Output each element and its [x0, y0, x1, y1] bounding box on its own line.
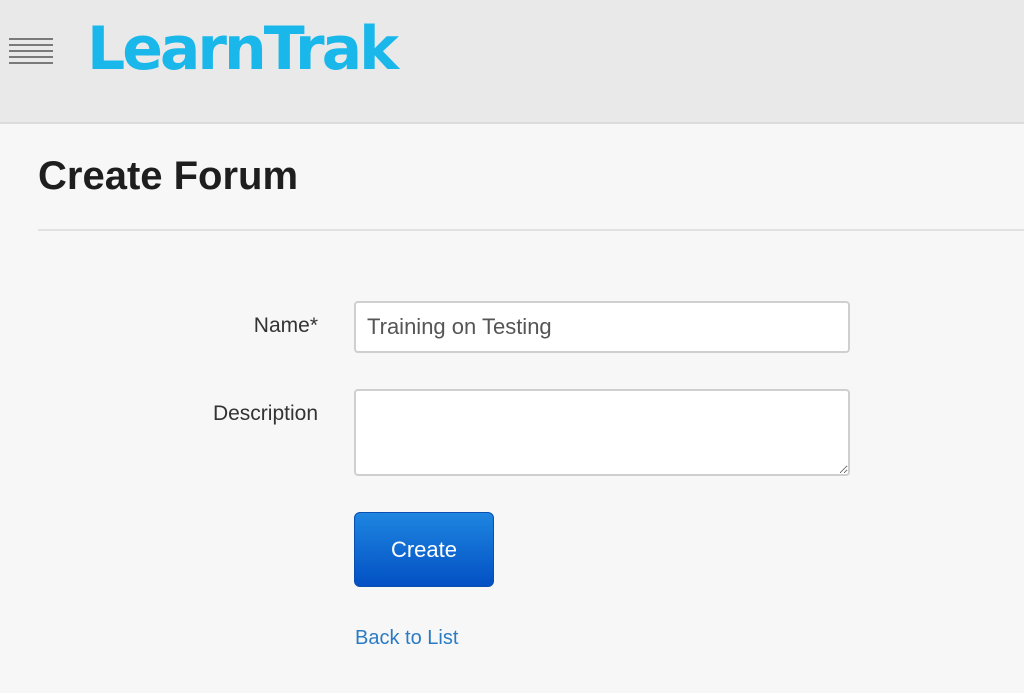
back-to-list-link[interactable]: Back to List	[355, 627, 458, 650]
page-title: Create Forum	[38, 154, 299, 198]
description-textarea[interactable]	[354, 389, 850, 476]
logo[interactable]: LearnTrak	[87, 12, 399, 86]
title-divider	[38, 229, 1024, 231]
name-label: Name*	[253, 314, 318, 337]
create-button[interactable]: Create	[354, 512, 494, 587]
name-input[interactable]	[354, 301, 850, 353]
description-label: Description	[212, 402, 318, 425]
top-bar: LearnTrak	[0, 0, 1024, 124]
hamburger-menu-icon[interactable]	[9, 38, 53, 69]
main-content: Create Forum Name* Description Create Ba…	[0, 124, 1024, 693]
